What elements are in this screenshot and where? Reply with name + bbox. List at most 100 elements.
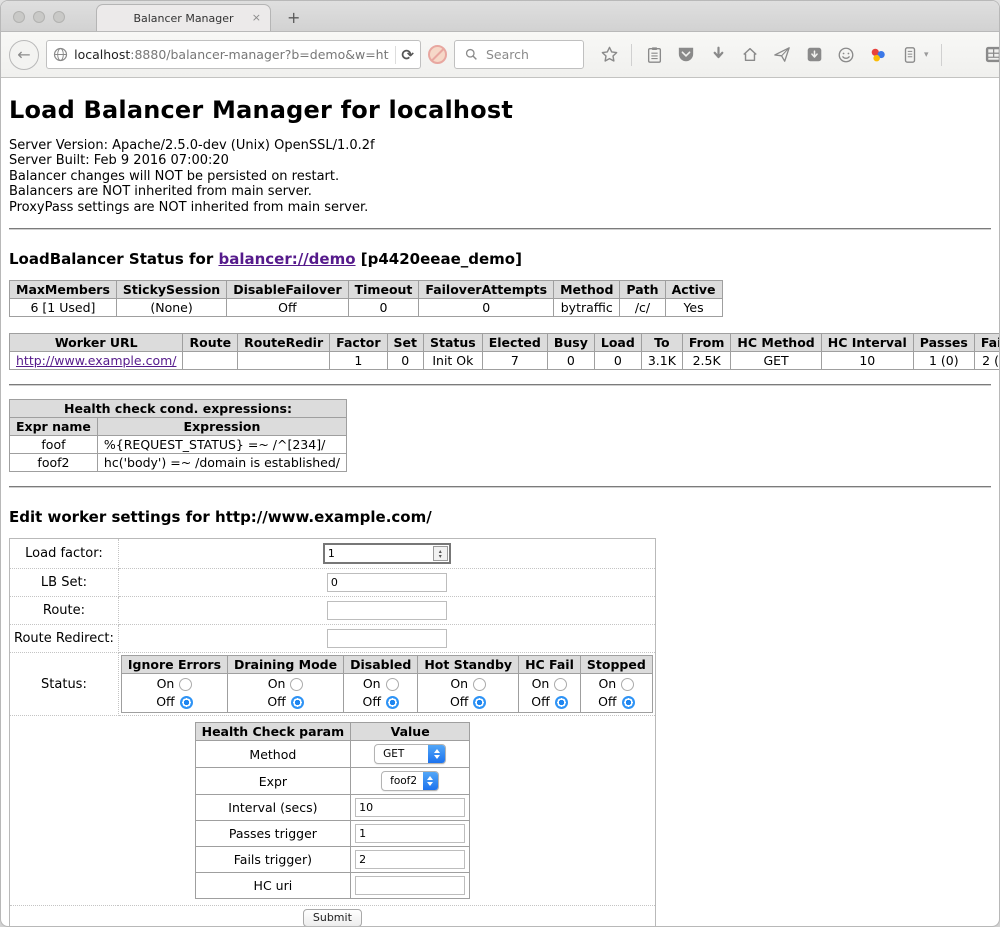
url-text[interactable]: localhost:8880/balancer-manager?b=demo&w… — [74, 47, 389, 62]
proxypass-note-line: ProxyPass settings are NOT inherited fro… — [9, 200, 991, 215]
persist-note-line: Balancer changes will NOT be persisted o… — [9, 169, 991, 184]
cell-expression: hc('body') =~ /domain is established/ — [97, 454, 346, 472]
on-label: On — [598, 675, 616, 693]
method-label: Method — [195, 741, 351, 768]
disabled-on-radio[interactable] — [386, 678, 399, 691]
home-icon[interactable] — [740, 45, 760, 65]
navigation-toolbar: ← localhost:8880/balancer-manager?b=demo… — [1, 32, 999, 78]
cell-active: Yes — [665, 299, 722, 317]
cell-disablefailover: Off — [227, 299, 348, 317]
stopped-on-radio[interactable] — [621, 678, 634, 691]
hc-fail-off-radio[interactable] — [555, 696, 568, 709]
zoom-window-icon[interactable] — [53, 11, 65, 23]
col-expr-name: Expr name — [10, 418, 98, 436]
hot-standby-radios: On Off — [418, 674, 519, 713]
ignore-errors-on-radio[interactable] — [179, 678, 192, 691]
status-radio-table: Ignore Errors Draining Mode Disabled Hot… — [121, 655, 653, 713]
adblock-disabled-icon[interactable] — [428, 45, 447, 64]
form-row-route-redirect: Route Redirect: — [10, 625, 656, 653]
col-hot-standby: Hot Standby — [418, 656, 519, 674]
menu-icon[interactable] — [954, 45, 972, 65]
cell-busy: 0 — [547, 352, 594, 370]
minimize-window-icon[interactable] — [33, 11, 45, 23]
route-input[interactable] — [327, 601, 447, 620]
lb-set-input[interactable] — [327, 573, 447, 592]
hc-row-method: Method GET — [195, 741, 470, 768]
tab-groups-icon[interactable] — [984, 45, 1000, 65]
overflow-caret-icon[interactable]: ▾ — [924, 50, 929, 60]
heading-suffix: [p4420eeae_demo] — [356, 250, 522, 268]
number-stepper-icon[interactable]: ▴▾ — [433, 546, 448, 561]
hc-row-interval: Interval (secs) — [195, 795, 470, 821]
hc-row-fails: Fails trigger) — [195, 847, 470, 873]
search-bar[interactable]: Search — [454, 40, 584, 69]
window-controls — [13, 11, 65, 23]
submit-button[interactable]: Submit — [303, 909, 362, 927]
load-factor-input[interactable]: ▴▾ — [323, 543, 451, 564]
tab-close-icon[interactable]: × — [252, 11, 261, 24]
server-version-line: Server Version: Apache/2.5.0-dev (Unix) … — [9, 138, 991, 153]
table-header-row: Worker URL Route RouteRedir Factor Set S… — [10, 334, 1000, 352]
ignore-errors-off-radio[interactable] — [180, 696, 193, 709]
balancer-demo-link[interactable]: balancer://demo — [218, 250, 355, 268]
hot-standby-on-radio[interactable] — [473, 678, 486, 691]
interval-input[interactable] — [355, 798, 465, 817]
send-tab-icon[interactable] — [772, 45, 792, 65]
col-draining-mode: Draining Mode — [228, 656, 344, 674]
new-tab-button[interactable]: + — [287, 8, 300, 31]
on-label: On — [268, 675, 286, 693]
back-button[interactable]: ← — [9, 40, 39, 70]
cell-hc-method: GET — [731, 352, 821, 370]
col-stickysession: StickySession — [116, 281, 226, 299]
close-window-icon[interactable] — [13, 11, 25, 23]
page-title: Load Balancer Manager for localhost — [9, 96, 991, 124]
heading-prefix: LoadBalancer Status for — [9, 250, 218, 268]
section-divider — [9, 384, 991, 386]
passes-input[interactable] — [355, 824, 465, 843]
method-selected-value: GET — [375, 748, 419, 760]
disabled-off-radio[interactable] — [386, 696, 399, 709]
container-extension-icon[interactable] — [900, 45, 920, 65]
draining-mode-on-radio[interactable] — [290, 678, 303, 691]
form-row-hc-params: Health Check param Value Method GET — [10, 716, 656, 906]
col-route: Route — [183, 334, 238, 352]
on-label: On — [363, 675, 381, 693]
fails-input[interactable] — [355, 850, 465, 869]
hcuri-input[interactable] — [355, 876, 465, 895]
route-redirect-input[interactable] — [327, 629, 447, 648]
on-label: On — [157, 675, 175, 693]
health-check-table: Health Check param Value Method GET — [195, 722, 471, 899]
cell-expr-name: foof — [10, 436, 98, 454]
load-factor-field[interactable] — [325, 547, 433, 560]
hc-fail-on-radio[interactable] — [554, 678, 567, 691]
url-bar[interactable]: localhost:8880/balancer-manager?b=demo&w… — [46, 40, 421, 69]
expr-select[interactable]: foof2 — [381, 771, 439, 791]
col-disablefailover: DisableFailover — [227, 281, 348, 299]
col-active: Active — [665, 281, 722, 299]
cell-maxmembers: 6 [1 Used] — [10, 299, 117, 317]
cell-route — [183, 352, 238, 370]
download-panel-icon[interactable] — [804, 45, 824, 65]
bookmark-star-icon[interactable] — [599, 45, 619, 65]
stopped-off-radio[interactable] — [622, 696, 635, 709]
reload-icon[interactable]: ⟳ — [401, 46, 414, 64]
cell-path: /c/ — [620, 299, 665, 317]
col-from: From — [682, 334, 731, 352]
downloads-icon[interactable] — [708, 45, 728, 65]
col-worker-url: Worker URL — [10, 334, 183, 352]
emoji-chat-icon[interactable] — [836, 45, 856, 65]
color-dots-extension-icon[interactable] — [868, 45, 888, 65]
hot-standby-off-radio[interactable] — [473, 696, 486, 709]
method-select[interactable]: GET — [374, 744, 446, 764]
tab-title: Balancer Manager — [133, 12, 233, 25]
tab-balancer-manager[interactable]: Balancer Manager × — [96, 4, 271, 31]
expr-label: Expr — [195, 768, 351, 795]
cell-from: 2.5K — [682, 352, 731, 370]
reading-list-icon[interactable] — [644, 45, 664, 65]
hc-header-row: Health Check param Value — [195, 723, 470, 741]
lb-set-label: LB Set: — [10, 569, 119, 597]
off-label: Off — [363, 693, 381, 711]
draining-mode-off-radio[interactable] — [291, 696, 304, 709]
worker-url-link[interactable]: http://www.example.com/ — [16, 353, 176, 368]
pocket-icon[interactable] — [676, 45, 696, 65]
